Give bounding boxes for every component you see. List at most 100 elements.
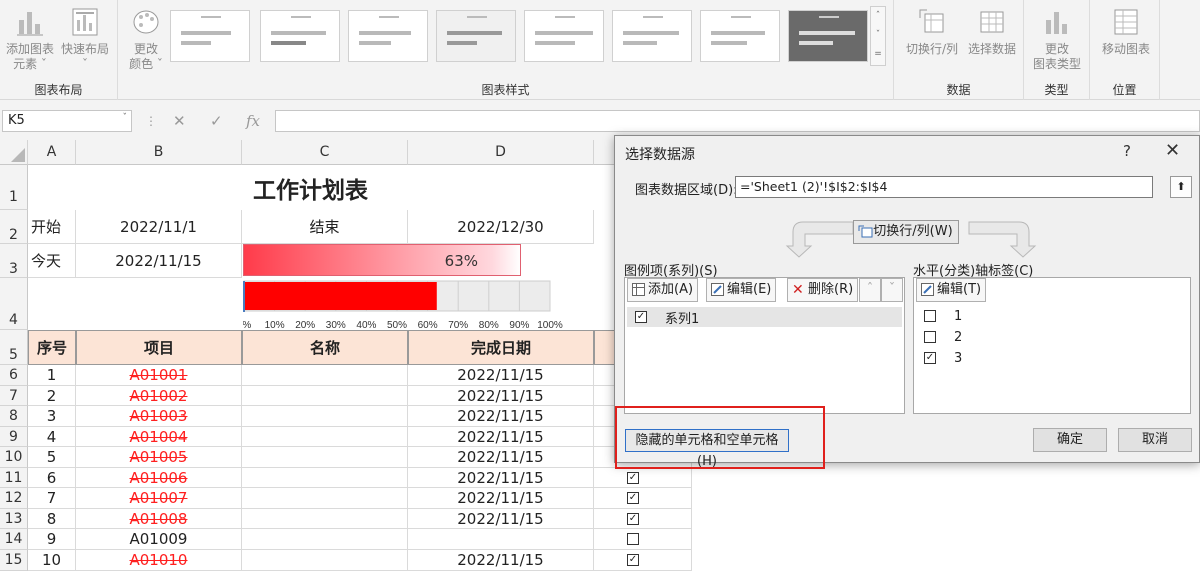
row-header[interactable]: 11 xyxy=(0,468,28,488)
move-down-icon[interactable]: ˇ xyxy=(881,278,903,302)
series-item[interactable]: ✓ 系列1 xyxy=(627,307,902,327)
close-icon[interactable]: ✕ xyxy=(1165,140,1180,161)
category-item[interactable]: 1 xyxy=(916,306,1188,326)
row-header[interactable]: 12 xyxy=(0,488,28,509)
status-cell[interactable] xyxy=(594,529,692,550)
done-date-cell[interactable]: 2022/11/15 xyxy=(408,365,594,386)
status-cell[interactable]: ✓ xyxy=(594,509,692,529)
formula-input[interactable] xyxy=(275,110,1200,132)
status-checkbox[interactable] xyxy=(627,533,639,545)
name-box[interactable]: K5 ˇ xyxy=(2,110,132,132)
progress-bar-chart[interactable]: 0%10%20%30%40%50%60%70%80%90%100% xyxy=(243,280,573,335)
move-chart-button[interactable]: 移动图表 xyxy=(1096,6,1156,57)
chart-style-thumb[interactable] xyxy=(348,10,428,62)
chart-style-thumb[interactable] xyxy=(170,10,250,62)
collapse-range-icon[interactable]: ⬆ xyxy=(1170,176,1192,198)
name-cell[interactable] xyxy=(242,406,408,427)
change-chart-type-button[interactable]: 更改 图表类型 xyxy=(1028,6,1086,72)
name-cell[interactable] xyxy=(242,488,408,509)
row-header[interactable]: 15 xyxy=(0,550,28,571)
item-cell[interactable]: A01001 xyxy=(76,365,242,386)
seq-cell[interactable]: 4 xyxy=(28,427,76,447)
category-item-checkbox[interactable]: ✓ xyxy=(924,352,936,364)
chart-data-range-input[interactable]: ='Sheet1 (2)'!$I$2:$I$4 xyxy=(735,176,1153,198)
status-checkbox[interactable]: ✓ xyxy=(627,512,639,525)
item-cell[interactable]: A01005 xyxy=(76,447,242,468)
item-cell[interactable]: A01004 xyxy=(76,427,242,447)
series-item-checkbox[interactable]: ✓ xyxy=(635,311,647,323)
add-series-button[interactable]: 添加(A) xyxy=(627,278,699,302)
category-item[interactable]: ✓ 3 xyxy=(916,348,1188,368)
move-up-icon[interactable]: ˆ xyxy=(859,278,881,302)
today-label-cell[interactable]: 今天 xyxy=(28,244,76,278)
seq-cell[interactable]: 2 xyxy=(28,386,76,406)
seq-cell[interactable]: 6 xyxy=(28,468,76,488)
seq-cell[interactable]: 1 xyxy=(28,365,76,386)
gallery-more-icon[interactable]: = xyxy=(871,45,885,64)
header-name[interactable]: 名称 xyxy=(242,330,408,365)
name-box-dropdown-icon[interactable]: ˇ xyxy=(123,113,128,123)
quick-layout-button[interactable]: 快速布局 ˇ xyxy=(58,6,112,72)
chart-style-thumb[interactable] xyxy=(788,10,868,62)
category-item-checkbox[interactable] xyxy=(924,331,936,343)
done-date-cell[interactable]: 2022/11/15 xyxy=(408,406,594,427)
select-data-button[interactable]: 选择数据 xyxy=(962,6,1022,57)
insert-function-icon[interactable]: fx xyxy=(246,112,260,130)
seq-cell[interactable]: 9 xyxy=(28,529,76,550)
add-chart-element-button[interactable]: 添加图表 元素 ˇ xyxy=(4,6,56,72)
category-item-checkbox[interactable] xyxy=(924,310,936,322)
name-cell[interactable] xyxy=(242,447,408,468)
status-cell[interactable]: ✓ xyxy=(594,488,692,509)
seq-cell[interactable]: 3 xyxy=(28,406,76,427)
chart-style-thumb[interactable] xyxy=(436,10,516,62)
row-header[interactable]: 6 xyxy=(0,365,28,386)
chart-style-thumb[interactable] xyxy=(524,10,604,62)
column-header-d[interactable]: D xyxy=(408,140,594,165)
row-header[interactable]: 8 xyxy=(0,406,28,427)
status-checkbox[interactable]: ✓ xyxy=(627,471,639,484)
row-header[interactable]: 3 xyxy=(0,244,28,278)
select-all-corner[interactable] xyxy=(0,140,28,165)
chart-style-thumb[interactable] xyxy=(700,10,780,62)
start-label-cell[interactable]: 开始 xyxy=(28,210,76,244)
help-icon[interactable]: ? xyxy=(1123,142,1131,160)
name-cell[interactable] xyxy=(242,365,408,386)
progress-bar-mark[interactable] xyxy=(244,282,437,310)
edit-series-button[interactable]: 编辑(E) xyxy=(706,278,777,302)
edit-axis-labels-button[interactable]: 编辑(T) xyxy=(916,278,987,302)
row-header[interactable]: 9 xyxy=(0,427,28,447)
switch-row-column-button[interactable]: 切换行/列 xyxy=(902,6,962,57)
status-checkbox[interactable]: ✓ xyxy=(627,554,639,566)
status-checkbox[interactable]: ✓ xyxy=(627,492,639,504)
item-cell[interactable]: A01003 xyxy=(76,406,242,427)
change-colors-button[interactable]: 更改 颜色 ˇ xyxy=(122,6,170,72)
cancel-button[interactable]: 取消 xyxy=(1118,428,1192,452)
switch-row-column-dialog-button[interactable]: 切换行/列(W) xyxy=(853,220,959,244)
status-cell[interactable]: ✓ xyxy=(594,550,692,571)
done-date-cell[interactable]: 2022/11/15 xyxy=(408,427,594,447)
start-date-cell[interactable]: 2022/11/1 xyxy=(76,210,242,244)
seq-cell[interactable]: 10 xyxy=(28,550,76,571)
name-cell[interactable] xyxy=(242,550,408,571)
chart-style-thumb[interactable] xyxy=(612,10,692,62)
header-done-date[interactable]: 完成日期 xyxy=(408,330,594,365)
status-cell[interactable]: ✓ xyxy=(594,468,692,488)
item-cell[interactable]: A01009 xyxy=(76,529,242,550)
header-item[interactable]: 项目 xyxy=(76,330,242,365)
seq-cell[interactable]: 8 xyxy=(28,509,76,529)
done-date-cell[interactable] xyxy=(408,529,594,550)
end-label-cell[interactable]: 结束 xyxy=(242,210,408,244)
row-header[interactable]: 1 xyxy=(0,165,28,210)
end-date-cell[interactable]: 2022/12/30 xyxy=(408,210,594,244)
item-cell[interactable]: A01002 xyxy=(76,386,242,406)
item-cell[interactable]: A01006 xyxy=(76,468,242,488)
name-cell[interactable] xyxy=(242,427,408,447)
done-date-cell[interactable]: 2022/11/15 xyxy=(408,386,594,406)
progress-databar[interactable]: 63% xyxy=(243,244,521,276)
chart-style-thumb[interactable] xyxy=(260,10,340,62)
gallery-down-icon[interactable]: ˇ xyxy=(871,26,885,45)
row-header[interactable]: 14 xyxy=(0,529,28,550)
seq-cell[interactable]: 7 xyxy=(28,488,76,509)
gallery-scroll[interactable]: ˆ ˇ = xyxy=(870,6,886,66)
done-date-cell[interactable]: 2022/11/15 xyxy=(408,447,594,468)
